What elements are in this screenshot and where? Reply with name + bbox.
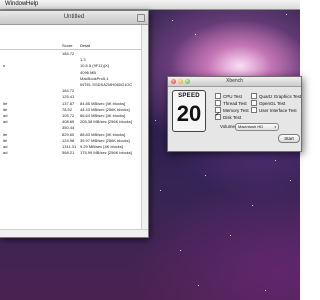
row-label: ite <box>3 137 8 143</box>
results-document-window: Untitled Score Detail 184.72 1.3 n 10.5.5 (… <box>0 10 149 238</box>
row-label: ad <box>3 150 8 156</box>
row-detail: 66.64 MB/sec [4K blocks] <box>80 113 126 118</box>
row-score: 184.72 <box>62 51 75 56</box>
row-label: ad <box>3 119 8 125</box>
row-detail: 84.85 MB/sec [4K blocks] <box>80 100 126 106</box>
row-detail: 39.97 MB/sec [256K blocks] <box>80 137 130 143</box>
volume-label: Volume: <box>220 124 237 129</box>
speed-logo-icon: SPEED 20 <box>172 90 206 132</box>
column-detail[interactable]: Detail <box>80 42 90 49</box>
row-score: 350.44 <box>62 125 75 131</box>
row-score: 137.87 <box>62 100 75 106</box>
close-button[interactable] <box>171 79 176 84</box>
row-detail: 205.38 MB/sec [256K blocks] <box>80 119 132 125</box>
checkbox-icon[interactable] <box>251 107 257 113</box>
toolbar-toggle-button[interactable] <box>137 14 145 22</box>
row-detail: 175.99 MB/sec [256K blocks] <box>80 150 132 156</box>
checkbox-disk-test[interactable]: Disk Test <box>215 112 241 121</box>
results-table-header: Score Detail <box>0 42 147 50</box>
chevron-down-icon: ▾ <box>274 125 276 129</box>
row-detail: 44.43 MB/sec [256K blocks] <box>80 106 130 112</box>
xbench-titlebar[interactable]: Xbench <box>168 77 301 87</box>
row-score: 105.72 <box>62 113 75 118</box>
row-score: 568.21 <box>62 150 75 156</box>
row-score: 184.72 <box>62 88 75 94</box>
checkbox-cpu-test[interactable]: CPU Test <box>215 93 242 100</box>
row-score: 1311.31 <box>62 144 77 149</box>
menu-bar: Window Help <box>0 0 300 10</box>
row-detail: 9.29 MB/sec [4K blocks] <box>80 144 123 149</box>
row-score: 829.60 <box>62 131 75 137</box>
document-title: Untitled <box>63 14 85 20</box>
row-label: ite <box>3 100 8 106</box>
speed-label: SPEED <box>178 93 200 99</box>
vertical-scrollbar[interactable] <box>141 25 148 230</box>
checkbox-icon[interactable] <box>251 100 257 106</box>
row-score: 124.98 <box>62 137 75 143</box>
column-score[interactable]: Score <box>62 42 72 49</box>
checkbox-icon[interactable] <box>215 93 221 99</box>
checkbox-thread-test[interactable]: Thread Test <box>215 100 247 107</box>
row-detail: INTEL SSDSA2MH080G1GC <box>80 82 133 87</box>
row-detail: 88.83 MB/sec [4K blocks] <box>80 131 126 137</box>
checkbox-memory-test[interactable]: Memory Test <box>215 107 249 114</box>
start-button[interactable]: Start <box>278 134 300 143</box>
row-label: ite <box>3 131 8 137</box>
row-label: n <box>3 63 6 69</box>
checkbox-user-interface-test[interactable]: User Interface Test <box>251 107 297 114</box>
xbench-title: Xbench <box>226 78 243 84</box>
row-label: ad <box>3 144 8 149</box>
checkbox-checked-icon[interactable] <box>215 112 221 120</box>
menu-help[interactable]: Help <box>26 0 38 9</box>
checkbox-opengl-test[interactable]: OpenGL Test <box>251 100 285 107</box>
volume-select[interactable]: Macintosh HD ▾ <box>235 123 279 131</box>
menu-window[interactable]: Window <box>5 0 26 9</box>
row-detail: MacBookPro5,1 <box>80 75 109 81</box>
document-titlebar[interactable]: Untitled <box>0 11 148 25</box>
checkbox-quartz-graphics-test[interactable]: Quartz Graphics Test <box>251 93 301 100</box>
row-label: ite <box>3 106 8 112</box>
row-detail: 4096 MB <box>80 69 97 75</box>
horizontal-scrollbar[interactable] <box>0 229 148 237</box>
checkbox-icon[interactable] <box>251 93 257 99</box>
checkbox-icon[interactable] <box>215 100 221 106</box>
row-detail: 1.3 <box>80 57 86 63</box>
xbench-window: Xbench SPEED 20 CPU Test Thread Test Mem… <box>167 76 302 152</box>
minimize-button[interactable] <box>178 79 183 84</box>
speed-number: 20 <box>176 101 202 126</box>
zoom-button[interactable] <box>185 79 190 84</box>
row-score: 78.52 <box>62 106 73 112</box>
row-detail: 10.5.5 (9F11)(X) <box>80 63 110 69</box>
row-label: ad <box>3 113 8 118</box>
row-score: 408.65 <box>62 119 75 125</box>
row-score: 125.41 <box>62 94 75 100</box>
